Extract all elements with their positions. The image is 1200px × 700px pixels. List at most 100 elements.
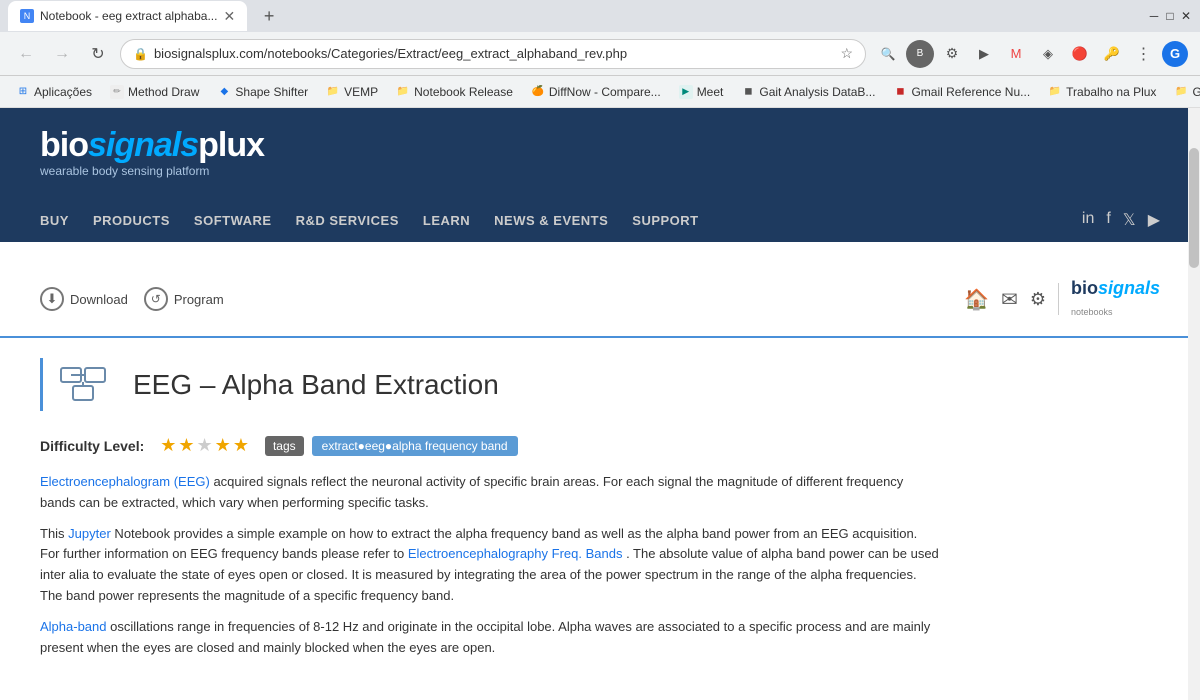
facebook-icon[interactable]: f <box>1106 210 1110 230</box>
nav-news-events[interactable]: NEWS & EVENTS <box>494 213 608 228</box>
close-button[interactable]: ✕ <box>1180 10 1192 22</box>
bookmark-meet[interactable]: ▶ Meet <box>671 81 732 103</box>
nav-support[interactable]: SUPPORT <box>632 213 698 228</box>
tab-close-button[interactable]: ✕ <box>223 8 235 25</box>
maximize-button[interactable]: □ <box>1164 10 1176 22</box>
difficulty-row: Difficulty Level: ★ ★ ★ ★ ★ tags extract… <box>40 435 940 456</box>
eeg-link-1[interactable]: Electroencephalogram (EEG) <box>40 474 210 489</box>
paragraph-3: Alpha-band oscillations range in frequen… <box>40 617 940 659</box>
bookmark-gmail-reference[interactable]: ◼ Gmail Reference Nu... <box>885 81 1038 103</box>
games-folder-icon: 📁 <box>1174 85 1188 99</box>
addon2-button[interactable]: ▶ <box>970 40 998 68</box>
spacer <box>0 242 1200 262</box>
addon6-button[interactable]: 🔑 <box>1098 40 1126 68</box>
program-button[interactable]: ↺ Program <box>144 287 224 311</box>
nav-rd-services[interactable]: R&D SERVICES <box>296 213 399 228</box>
url-display: biosignalsplux.com/notebooks/Categories/… <box>154 46 834 61</box>
bookmark-games[interactable]: 📁 Games <box>1166 81 1200 103</box>
nav-learn[interactable]: LEARN <box>423 213 470 228</box>
program-label: Program <box>174 292 224 307</box>
github-link[interactable]: ⚙ <box>1030 289 1046 310</box>
notebook-main-content: EEG – Alpha Band Extraction Difficulty L… <box>0 338 980 700</box>
biosignals-notebooks-logo: biosignalsnotebooks <box>1071 278 1160 320</box>
twitter-icon[interactable]: 𝕏 <box>1123 210 1136 230</box>
bookmark-notebook-release[interactable]: 📁 Notebook Release <box>388 81 521 103</box>
browser-tab[interactable]: N Notebook - eeg extract alphaba... ✕ <box>8 1 247 31</box>
page-title: EEG – Alpha Band Extraction <box>133 369 499 401</box>
tab-favicon: N <box>20 9 34 23</box>
profile-button[interactable]: G <box>1162 41 1188 67</box>
paragraph-2: This Jupyter Notebook provides a simple … <box>40 524 940 607</box>
address-bar[interactable]: 🔒 biosignalsplux.com/notebooks/Categorie… <box>120 39 866 69</box>
scrollbar-thumb[interactable] <box>1189 148 1199 268</box>
addon1-button[interactable]: ⚙ <box>938 40 966 68</box>
gmail-reference-label: Gmail Reference Nu... <box>911 85 1030 99</box>
linkedin-icon[interactable]: in <box>1082 210 1094 230</box>
shape-shifter-label: Shape Shifter <box>235 85 308 99</box>
download-button[interactable]: ⬇ Download <box>40 287 128 311</box>
bookmark-trabalho[interactable]: 📁 Trabalho na Plux <box>1040 81 1164 103</box>
omnibox-bar: ← → ↻ 🔒 biosignalsplux.com/notebooks/Cat… <box>0 32 1200 76</box>
download-label: Download <box>70 292 128 307</box>
gait-label: Gait Analysis DataB... <box>759 85 875 99</box>
trabalho-folder-icon: 📁 <box>1048 85 1062 99</box>
games-label: Games <box>1192 85 1200 99</box>
bookmark-gait[interactable]: ◼ Gait Analysis DataB... <box>733 81 883 103</box>
paragraph-3-rest: oscillations range in frequencies of 8-1… <box>40 619 930 655</box>
browserstack-button[interactable]: B <box>906 40 934 68</box>
browser-toolbar-icons: 🔍 B ⚙ ▶ M ◈ 🔴 🔑 ⋮ G <box>874 40 1188 68</box>
social-icons: in f 𝕏 ▶ <box>1082 210 1160 230</box>
minimize-button[interactable]: ─ <box>1148 10 1160 22</box>
page-scrollbar[interactable] <box>1188 108 1200 700</box>
content-paragraphs: Electroencephalogram (EEG) acquired sign… <box>40 472 940 658</box>
logo-text: biosignalsplux <box>40 128 264 162</box>
title-bar: N Notebook - eeg extract alphaba... ✕ + … <box>0 0 1200 32</box>
nav-software[interactable]: SOFTWARE <box>194 213 272 228</box>
program-icon: ↺ <box>144 287 168 311</box>
extensions-button[interactable]: 🔍 <box>874 40 902 68</box>
diffnow-label: DiffNow - Compare... <box>549 85 661 99</box>
notebook-toolbar: ⬇ Download ↺ Program 🏠 ✉ ⚙ biosignalsnot… <box>0 262 1200 338</box>
youtube-icon[interactable]: ▶ <box>1148 210 1160 230</box>
addon5-button[interactable]: 🔴 <box>1066 40 1094 68</box>
star-3: ★ <box>197 435 213 456</box>
forward-button[interactable]: → <box>48 40 76 68</box>
jupyter-link[interactable]: Jupyter <box>68 526 111 541</box>
alpha-band-link[interactable]: Alpha-band <box>40 619 107 634</box>
bookmarks-bar: ⊞ Aplicações ✏ Method Draw ◆ Shape Shift… <box>0 76 1200 108</box>
star-2: ★ <box>178 435 194 456</box>
eeg-freqbands-link[interactable]: Electroencephalography Freq. Bands <box>408 546 623 561</box>
bookmark-apps[interactable]: ⊞ Aplicações <box>8 81 100 103</box>
apps-icon: ⊞ <box>16 85 30 99</box>
tags-value: extract●eeg●alpha frequency band <box>312 436 518 456</box>
bookmark-star-icon[interactable]: ☆ <box>840 45 853 62</box>
difficulty-label: Difficulty Level: <box>40 438 144 454</box>
bookmark-shape-shifter[interactable]: ◆ Shape Shifter <box>209 81 316 103</box>
vemp-folder-icon: 📁 <box>326 85 340 99</box>
lock-icon: 🔒 <box>133 47 148 61</box>
logo-tagline: wearable body sensing platform <box>40 164 264 178</box>
apps-label: Aplicações <box>34 85 92 99</box>
toolbar-right: 🏠 ✉ ⚙ biosignalsnotebooks <box>964 278 1160 320</box>
bs-logo-text: biosignalsnotebooks <box>1071 278 1160 320</box>
title-icon <box>53 358 113 411</box>
email-link[interactable]: ✉ <box>1001 287 1018 312</box>
toolbar-divider <box>1058 283 1059 315</box>
addon4-button[interactable]: ◈ <box>1034 40 1062 68</box>
reload-button[interactable]: ↻ <box>84 40 112 68</box>
addon3-button[interactable]: M <box>1002 40 1030 68</box>
logo-bio: bio <box>40 126 88 164</box>
bookmark-method-draw[interactable]: ✏ Method Draw <box>102 81 207 103</box>
new-tab-button[interactable]: + <box>255 2 283 30</box>
back-button[interactable]: ← <box>12 40 40 68</box>
tags-label: tags <box>265 436 304 456</box>
more-button[interactable]: ⋮ <box>1130 40 1158 68</box>
bookmark-diffnow[interactable]: 🍊 DiffNow - Compare... <box>523 81 669 103</box>
difficulty-stars: ★ ★ ★ ★ ★ <box>160 435 249 456</box>
tab-title: Notebook - eeg extract alphaba... <box>40 9 217 23</box>
nav-products[interactable]: PRODUCTS <box>93 213 170 228</box>
window-controls: ─ □ ✕ <box>1148 10 1192 22</box>
home-link[interactable]: 🏠 <box>964 287 989 312</box>
nav-buy[interactable]: BUY <box>40 213 69 228</box>
bookmark-vemp[interactable]: 📁 VEMP <box>318 81 386 103</box>
